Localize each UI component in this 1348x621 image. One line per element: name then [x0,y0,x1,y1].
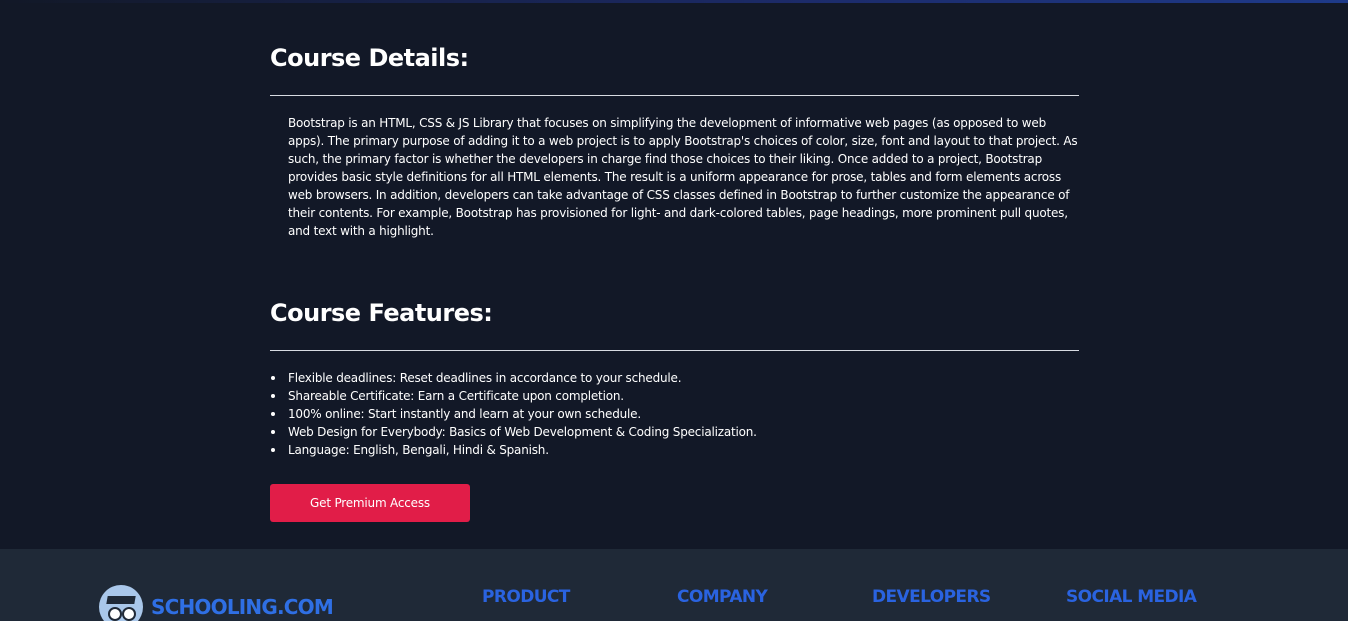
owl-graduate-icon [99,585,143,621]
feature-item-text: Shareable Certificate: Earn a Certificat… [288,389,624,403]
footer-heading-product: PRODUCT [482,587,570,607]
course-details-divider [270,95,1079,96]
bullet-icon [271,430,275,434]
bullet-icon [271,448,275,452]
course-features-title: Course Features: [270,299,493,327]
bullet-icon [271,394,275,398]
footer-brand[interactable]: SCHOOLING.COM [99,585,334,621]
graduation-cap-shape [106,596,136,604]
footer-heading-developers: DEVELOPERS [872,587,991,607]
feature-item-text: Web Design for Everybody: Basics of Web … [288,425,757,439]
feature-item: Shareable Certificate: Earn a Certificat… [270,387,757,405]
feature-item-text: 100% online: Start instantly and learn a… [288,407,641,421]
owl-eye-left [108,607,122,621]
owl-eye-right [122,607,136,621]
bullet-icon [271,412,275,416]
bullet-icon [271,376,275,380]
feature-item: 100% online: Start instantly and learn a… [270,405,757,423]
brand-name: SCHOOLING.COM [151,595,334,619]
get-premium-access-button[interactable]: Get Premium Access [270,484,470,522]
footer-heading-company: COMPANY [677,587,768,607]
course-details-text: Bootstrap is an HTML, CSS & JS Library t… [288,116,1078,238]
feature-item-text: Flexible deadlines: Reset deadlines in a… [288,371,682,385]
course-details-title: Course Details: [270,44,469,72]
feature-item: Flexible deadlines: Reset deadlines in a… [270,369,757,387]
feature-item: Language: English, Bengali, Hindi & Span… [270,441,757,459]
course-features-divider [270,350,1079,351]
footer-heading-social-media: SOCIAL MEDIA [1066,587,1197,607]
site-footer: SCHOOLING.COM PRODUCT COMPANY DEVELOPERS… [0,549,1348,621]
feature-item-text: Language: English, Bengali, Hindi & Span… [288,443,549,457]
course-features-list: Flexible deadlines: Reset deadlines in a… [270,369,757,459]
feature-item: Web Design for Everybody: Basics of Web … [270,423,757,441]
top-accent-bar [0,0,1348,3]
